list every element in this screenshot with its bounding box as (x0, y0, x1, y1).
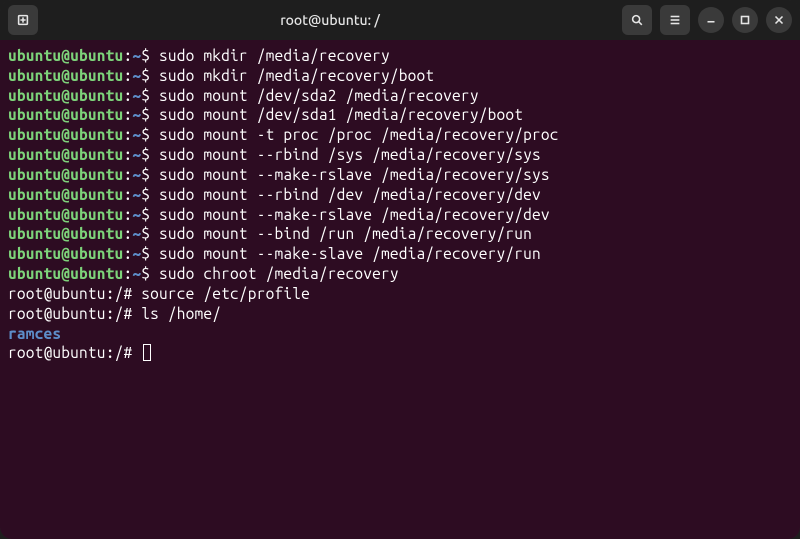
close-icon (772, 13, 786, 27)
search-button[interactable] (622, 5, 652, 35)
command-text: sudo mount --rbind /sys /media/recovery/… (159, 146, 541, 163)
titlebar: root@ubuntu: / (0, 0, 800, 40)
command-text: source /etc/profile (141, 285, 310, 302)
terminal-line: ubuntu@ubuntu:~$ sudo mount --make-rslav… (8, 165, 792, 185)
ls-output: ramces (8, 324, 792, 344)
terminal-line: root@ubuntu:/# source /etc/profile (8, 284, 792, 304)
command-text: sudo mount --bind /run /media/recovery/r… (159, 225, 532, 242)
command-text: sudo mount --make-rslave /media/recovery… (159, 206, 550, 223)
terminal-line: ubuntu@ubuntu:~$ sudo chroot /media/reco… (8, 264, 792, 284)
new-tab-button[interactable] (8, 5, 38, 35)
terminal-line: ubuntu@ubuntu:~$ sudo mount --make-slave… (8, 244, 792, 264)
directory-entry: ramces (8, 325, 61, 342)
command-text: sudo mkdir /media/recovery/boot (159, 67, 434, 84)
prompt-user-host: root@ubuntu (8, 285, 106, 302)
close-button[interactable] (766, 7, 792, 33)
command-text: sudo mount --rbind /dev /media/recovery/… (159, 186, 541, 203)
command-text: sudo mount -t proc /proc /media/recovery… (159, 126, 559, 143)
command-text: sudo chroot /media/recovery (159, 265, 399, 282)
prompt-path: ~ (132, 47, 141, 64)
terminal-line: root@ubuntu:/# ls /home/ (8, 304, 792, 324)
terminal-line: ubuntu@ubuntu:~$ sudo mount -t proc /pro… (8, 125, 792, 145)
search-icon (630, 13, 644, 27)
cursor (143, 344, 151, 361)
terminal-line: ubuntu@ubuntu:~$ sudo mount --rbind /dev… (8, 185, 792, 205)
window-title: root@ubuntu: / (46, 12, 614, 28)
maximize-icon (738, 13, 752, 27)
new-tab-icon (16, 13, 30, 27)
minimize-icon (704, 13, 718, 27)
terminal-window: root@ubuntu: / ubuntu@ubuntu:~$ sudo mkd… (0, 0, 800, 539)
command-text: sudo mount /dev/sda1 /media/recovery/boo… (159, 106, 523, 123)
terminal-line: ubuntu@ubuntu:~$ sudo mkdir /media/recov… (8, 46, 792, 66)
command-text: sudo mkdir /media/recovery (159, 47, 390, 64)
maximize-button[interactable] (732, 7, 758, 33)
terminal-line-current: root@ubuntu:/# (8, 343, 792, 363)
hamburger-menu-button[interactable] (660, 5, 690, 35)
command-text: sudo mount /dev/sda2 /media/recovery (159, 87, 479, 104)
terminal-content[interactable]: ubuntu@ubuntu:~$ sudo mkdir /media/recov… (0, 40, 800, 539)
minimize-button[interactable] (698, 7, 724, 33)
terminal-line: ubuntu@ubuntu:~$ sudo mount --bind /run … (8, 224, 792, 244)
terminal-line: ubuntu@ubuntu:~$ sudo mount --rbind /sys… (8, 145, 792, 165)
prompt-user-host: ubuntu@ubuntu (8, 47, 123, 64)
terminal-line: ubuntu@ubuntu:~$ sudo mount /dev/sda1 /m… (8, 105, 792, 125)
terminal-line: ubuntu@ubuntu:~$ sudo mkdir /media/recov… (8, 66, 792, 86)
terminal-line: ubuntu@ubuntu:~$ sudo mount --make-rslav… (8, 205, 792, 225)
command-text: sudo mount --make-rslave /media/recovery… (159, 166, 550, 183)
hamburger-icon (668, 13, 682, 27)
command-text: sudo mount --make-slave /media/recovery/… (159, 245, 541, 262)
terminal-line: ubuntu@ubuntu:~$ sudo mount /dev/sda2 /m… (8, 86, 792, 106)
command-text: ls /home/ (141, 305, 221, 322)
